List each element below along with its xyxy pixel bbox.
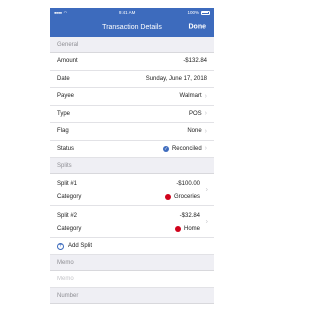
memo-input[interactable] (57, 276, 207, 282)
wifi-icon: ◠ (63, 10, 68, 15)
status-value-wrap: ✓ Reconciled › (162, 145, 207, 153)
flag-value: None (187, 128, 202, 135)
split-amount: -$32.84 (179, 212, 200, 219)
chevron-right-icon: › (205, 218, 208, 225)
date-value-wrap: Sunday, June 17, 2018 (146, 76, 207, 82)
payee-value: Walmart (179, 93, 202, 100)
navigation-bar: Transaction Details Done (50, 17, 214, 37)
status-bar: ●●●● ◠ 9:41 AM 100% (50, 8, 214, 17)
category-color-dot (174, 225, 181, 232)
plus-circle-icon: + (57, 242, 64, 250)
battery-icon (200, 10, 210, 15)
split-name: Split #1 (57, 180, 78, 187)
done-button[interactable]: Done (189, 24, 207, 31)
phone-screen: ●●●● ◠ 9:41 AM 100% Transaction Details … (50, 8, 214, 320)
type-row[interactable]: Type POS › (50, 105, 214, 123)
chevron-right-icon: › (204, 92, 207, 100)
status-label: Status (57, 145, 75, 152)
battery-percent: 100% (187, 10, 199, 15)
split-category-line: Category Home (57, 222, 207, 235)
split-category-value: Home (183, 225, 200, 232)
status-time: 9:41 AM (118, 10, 136, 15)
type-value: POS (188, 110, 202, 117)
chevron-right-icon: › (204, 110, 207, 118)
split-amount: -$100.00 (176, 180, 200, 187)
payee-value-wrap: Walmart › (180, 93, 207, 100)
reconciled-check-icon: ✓ (162, 145, 169, 152)
section-header-splits: Splits (50, 158, 214, 174)
add-split-button[interactable]: + Add Split (50, 238, 214, 255)
page-title: Transaction Details (102, 23, 162, 31)
status-right: 100% (187, 10, 210, 15)
split-category-value: Groceries (173, 193, 200, 200)
split-name-line: Split #2 -$32.84 (57, 209, 207, 222)
date-value: Sunday, June 17, 2018 (145, 75, 207, 82)
split-category-label: Category (57, 193, 82, 200)
signal-icon: ●●●● (54, 10, 62, 15)
flag-value-wrap: None › (187, 128, 207, 135)
status-left: ●●●● ◠ (54, 10, 67, 15)
status-value: Reconciled (171, 145, 202, 152)
split-name-line: Split #1 -$100.00 (57, 177, 207, 190)
split-item[interactable]: Split #1 -$100.00 Category Groceries › (50, 174, 214, 206)
split-category-wrap: Home (174, 225, 200, 232)
section-header-general: General (50, 37, 214, 53)
split-item[interactable]: Split #2 -$32.84 Category Home › (50, 206, 214, 238)
split-category-line: Category Groceries (57, 190, 207, 203)
memo-field-row (50, 271, 214, 288)
type-value-wrap: POS › (189, 110, 207, 117)
flag-row[interactable]: Flag None › (50, 123, 214, 141)
payee-label: Payee (57, 93, 75, 100)
amount-value-wrap: -$132.84 (183, 58, 207, 64)
amount-value: -$132.84 (183, 58, 207, 65)
date-label: Date (57, 75, 70, 82)
date-row[interactable]: Date Sunday, June 17, 2018 (50, 70, 214, 88)
chevron-right-icon: › (205, 186, 208, 193)
section-header-memo: Memo (50, 255, 214, 271)
amount-label: Amount (57, 58, 78, 65)
add-split-label: Add Split (68, 243, 93, 249)
category-color-dot (164, 193, 171, 200)
section-header-number: Number (50, 288, 214, 304)
chevron-right-icon: › (204, 145, 207, 153)
split-category-label: Category (57, 225, 82, 232)
type-label: Type (57, 110, 71, 117)
split-category-wrap: Groceries (164, 193, 200, 200)
payee-row[interactable]: Payee Walmart › (50, 88, 214, 106)
amount-row[interactable]: Amount -$132.84 (50, 53, 214, 71)
status-row[interactable]: Status ✓ Reconciled › (50, 140, 214, 158)
flag-label: Flag (57, 128, 69, 135)
chevron-right-icon: › (204, 127, 207, 135)
split-name: Split #2 (57, 212, 78, 219)
